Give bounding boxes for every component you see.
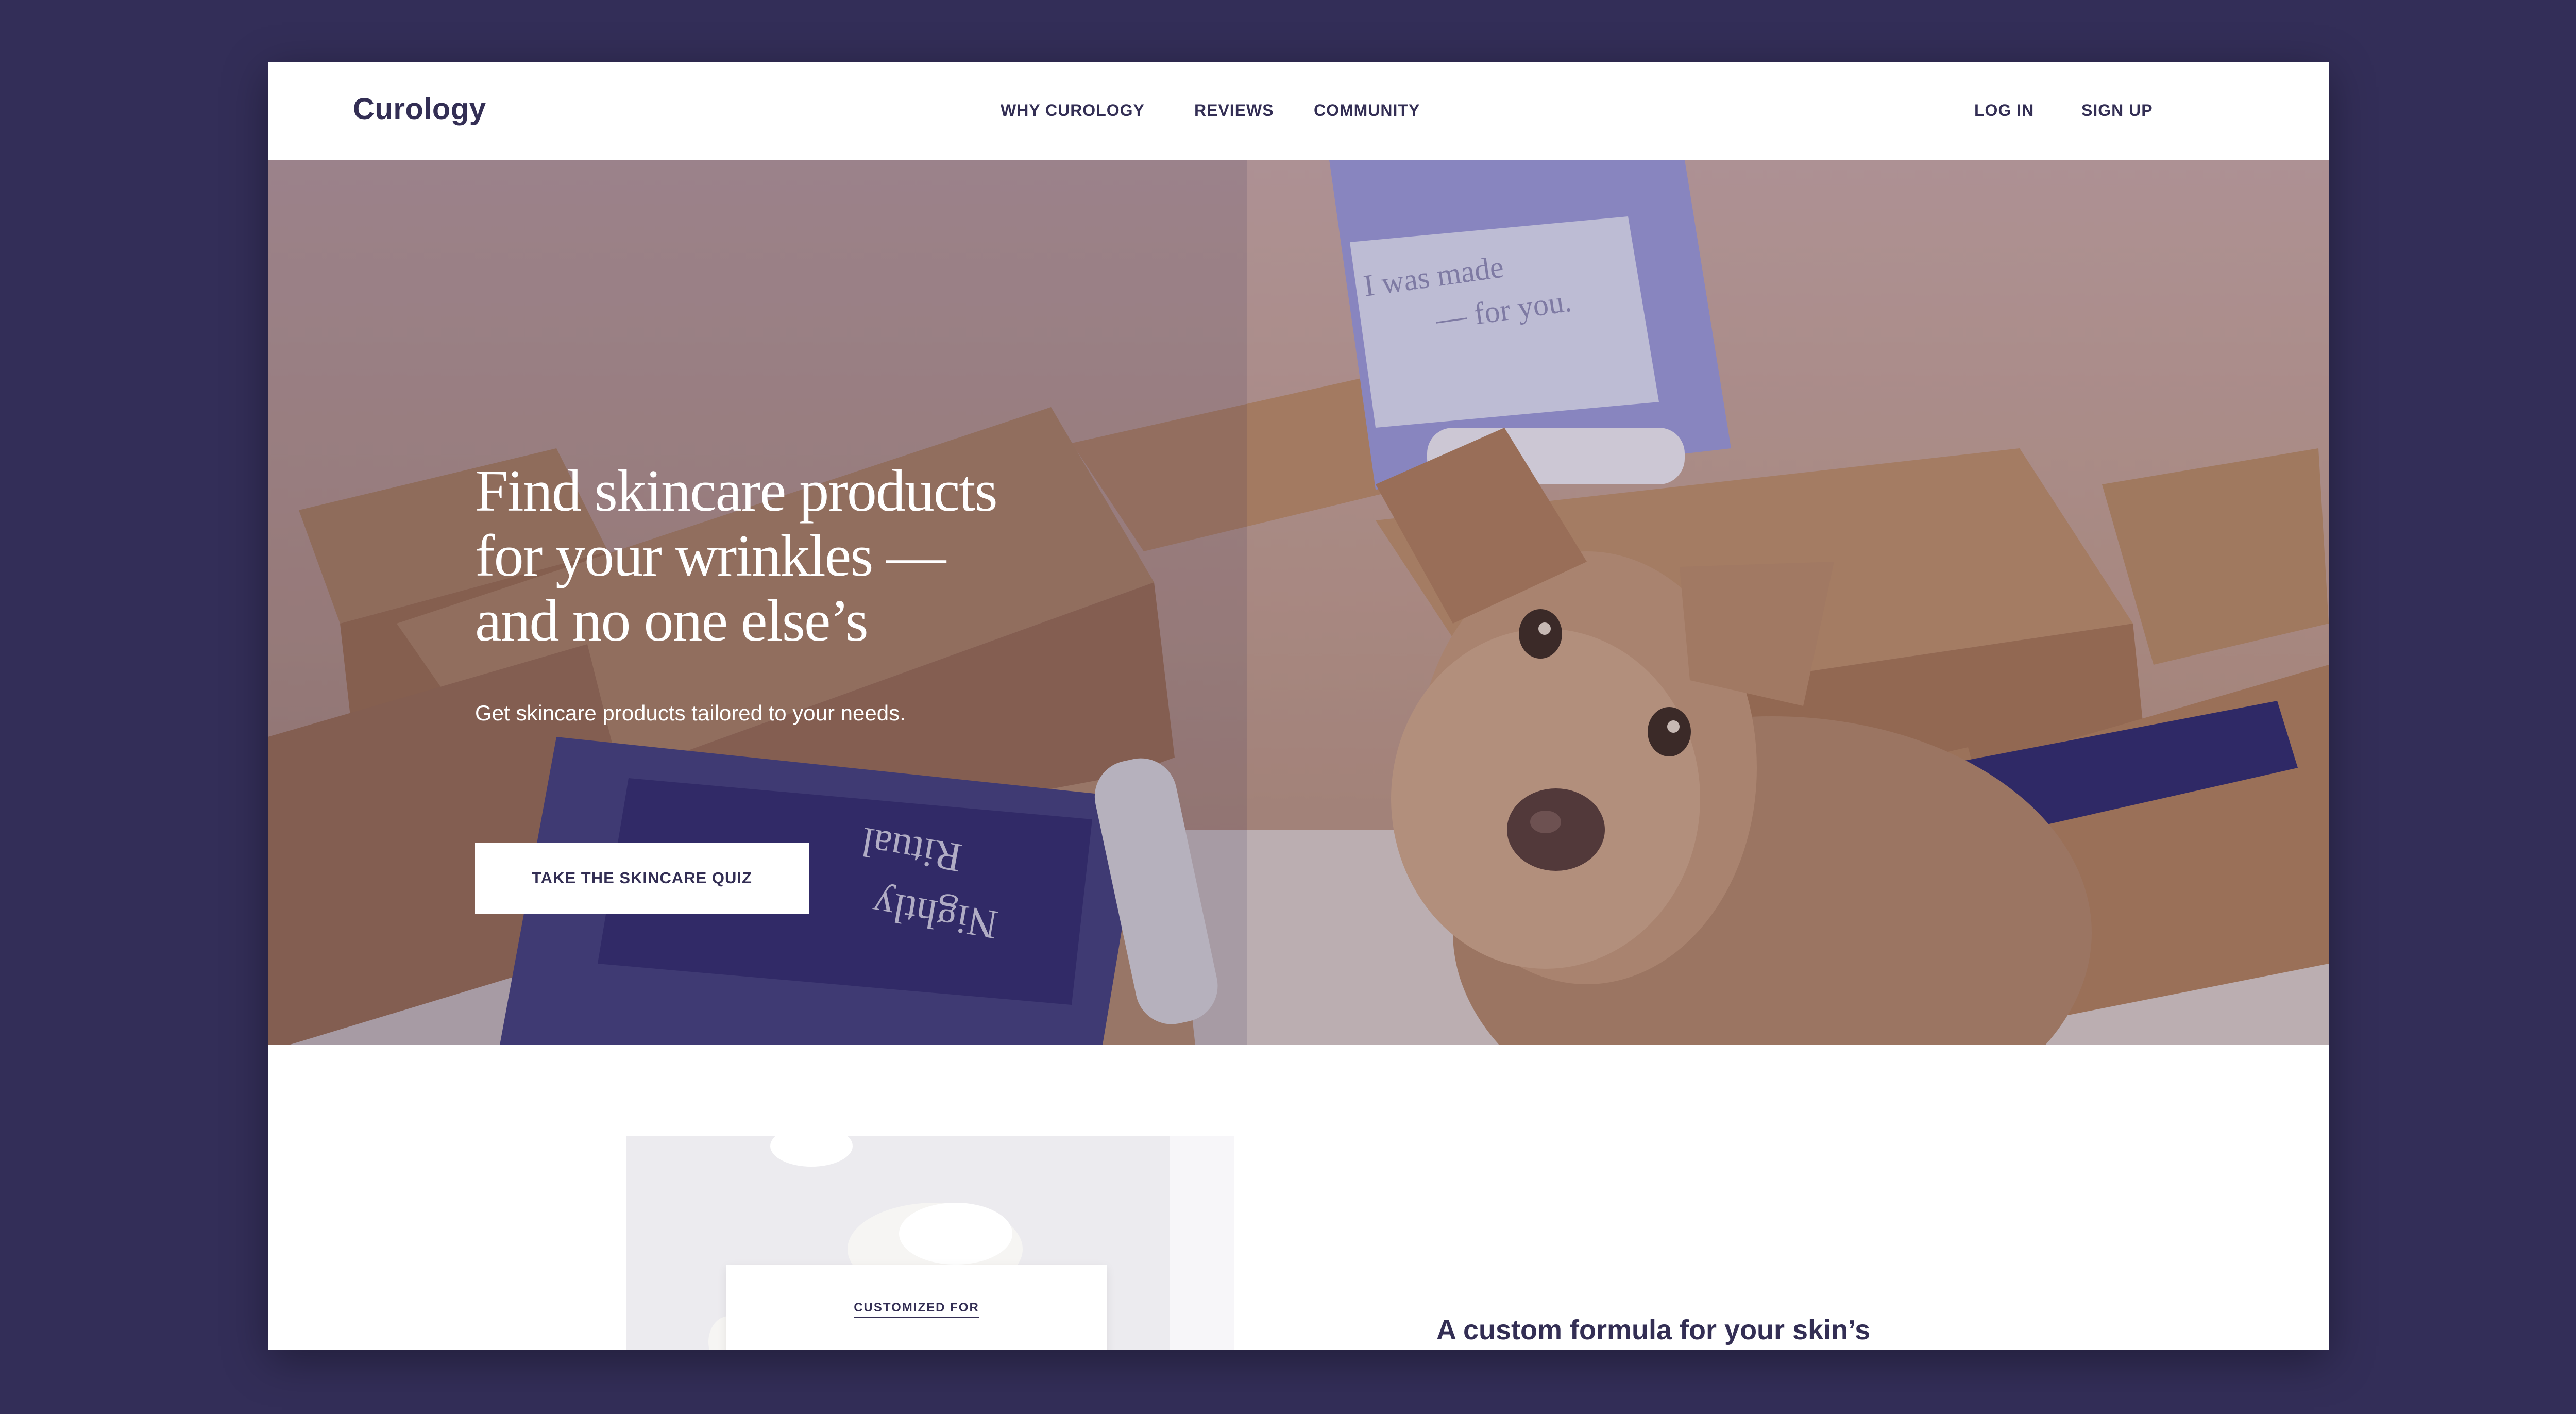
nav-community[interactable]: COMMUNITY [1314, 101, 1420, 120]
image-edge [1170, 1136, 1234, 1350]
signup-link[interactable]: SIGN UP [2081, 101, 2153, 120]
hero-title: Find skincare products for your wrinkles… [475, 459, 1145, 653]
customized-for-label: CUSTOMIZED FOR [854, 1301, 979, 1318]
hero-section: I was made — for you. Nightly Ritual Fin… [268, 160, 2329, 1045]
hero-title-line-3: and no one else’s [475, 588, 869, 654]
feature-section: CUSTOMIZED FOR [268, 1045, 2329, 1350]
customized-card: CUSTOMIZED FOR [726, 1265, 1107, 1350]
curology-logo[interactable]: Curology [353, 92, 486, 126]
product-image: CUSTOMIZED FOR [626, 1136, 1234, 1350]
feature-heading: A custom formula for your skin’s [1436, 1315, 1871, 1345]
login-link[interactable]: LOG IN [1974, 101, 2034, 120]
nav-reviews[interactable]: REVIEWS [1194, 101, 1274, 120]
hero-subtitle: Get skincare products tailored to your n… [475, 701, 906, 725]
hero-title-line-1: Find skincare products [475, 458, 998, 524]
nav-why-curology[interactable]: WHY CUROLOGY [1001, 101, 1145, 120]
hero-title-line-2: for your wrinkles — [475, 523, 946, 589]
skincare-quiz-button[interactable]: TAKE THE SKINCARE QUIZ [475, 843, 809, 914]
site-header: Curology WHY CUROLOGY REVIEWS COMMUNITY … [268, 62, 2329, 160]
browser-page: Curology WHY CUROLOGY REVIEWS COMMUNITY … [268, 62, 2329, 1350]
